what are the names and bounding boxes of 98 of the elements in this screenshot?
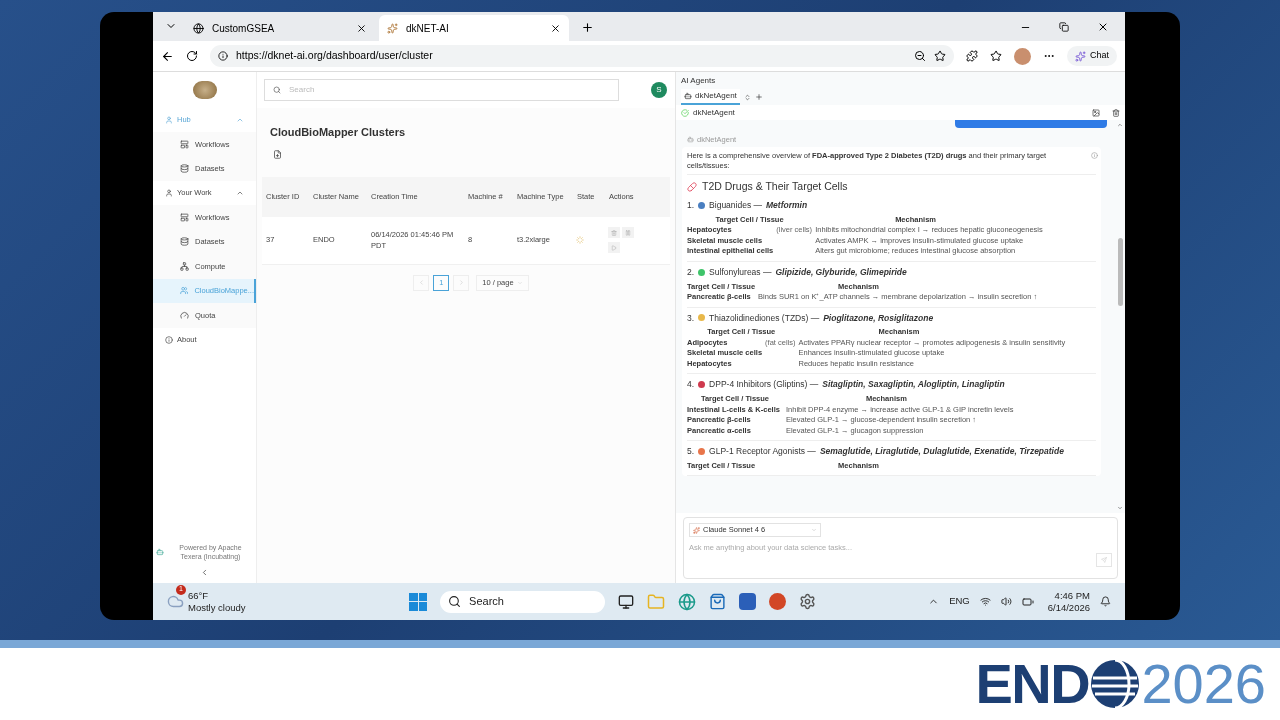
user-icon — [165, 116, 173, 124]
drug-names: Metformin — [766, 199, 808, 212]
page-title: CloudBioMapper Clusters — [269, 125, 407, 140]
globe-icon — [193, 22, 204, 34]
new-tab-icon[interactable] — [581, 21, 594, 34]
gauge-icon — [180, 310, 189, 320]
pause-icon — [625, 229, 631, 236]
start-icon[interactable] — [409, 592, 428, 611]
list-number: 1. — [687, 199, 695, 212]
close-icon[interactable] — [1097, 21, 1109, 33]
class-name: GLP-1 Receptor Agonists — — [709, 445, 816, 458]
add-icon[interactable] — [754, 93, 763, 101]
extensions-icon[interactable] — [966, 50, 978, 62]
list-number: 3. — [687, 311, 695, 325]
reload-icon[interactable] — [186, 50, 198, 62]
logo-year: 2026 — [1141, 656, 1266, 712]
list-number: 2. — [687, 265, 695, 279]
agent-status: dkNetAgent — [693, 106, 736, 119]
drug-names: Pioglitazone, Rosiglitazone — [823, 311, 934, 325]
delete-icon[interactable] — [1112, 108, 1120, 117]
logo-icon — [192, 81, 217, 99]
pill-icon — [687, 182, 697, 193]
address-bar[interactable]: https://dknet-ai.org/dashboard/user/cluster — [210, 45, 954, 67]
volume-icon[interactable] — [1000, 596, 1012, 607]
user-icon — [165, 189, 173, 197]
search-icon — [273, 86, 281, 94]
battery-icon[interactable] — [1021, 595, 1034, 608]
chevron-left-icon — [417, 279, 425, 286]
user-avatar[interactable]: S — [651, 82, 667, 98]
language-indicator[interactable]: ENG — [949, 594, 970, 609]
add-file-icon[interactable] — [273, 149, 282, 159]
panel-title: AI Agents — [680, 74, 717, 87]
database-icon — [180, 164, 189, 174]
bot-icon — [684, 92, 692, 100]
taskbar-search[interactable]: Search — [440, 590, 606, 613]
class-name: DPP-4 Inhibitors (Gliptins) — — [709, 378, 819, 391]
document-icon[interactable] — [739, 593, 757, 610]
response-title: T2D Drugs & Their Target Cells — [702, 179, 848, 195]
star-icon[interactable] — [934, 50, 946, 62]
store-icon[interactable] — [709, 593, 727, 610]
favorites-icon[interactable] — [990, 50, 1002, 62]
close-icon[interactable] — [550, 22, 561, 34]
network-icon — [180, 261, 189, 271]
notification-icon[interactable] — [1100, 596, 1111, 607]
chevron-right-icon — [457, 279, 465, 286]
database-icon — [180, 237, 189, 247]
agent-tab[interactable]: dkNetAgent — [681, 89, 740, 105]
template-icon — [180, 212, 189, 222]
play-icon — [611, 244, 617, 251]
profile-avatar[interactable] — [1014, 47, 1031, 65]
task-view-icon[interactable] — [618, 593, 635, 610]
restore-icon[interactable] — [1059, 22, 1069, 32]
chevron-up-icon — [236, 189, 244, 197]
zoom-out-icon[interactable] — [914, 50, 926, 62]
template-icon — [180, 139, 189, 149]
chevron-down-icon — [811, 527, 817, 533]
clock-time: 4:46 PM — [1054, 589, 1090, 602]
drug-names: Glipizide, Glyburide, Glimepiride — [775, 265, 907, 279]
chevron-up-icon — [236, 116, 244, 124]
site-info-icon — [218, 51, 228, 61]
info-icon — [165, 335, 173, 344]
settings-icon[interactable] — [799, 593, 817, 610]
scrollbar-thumb[interactable] — [1117, 238, 1123, 306]
close-icon[interactable] — [356, 22, 367, 34]
bot-icon — [687, 136, 694, 144]
list-number: 4. — [687, 378, 695, 391]
back-icon[interactable] — [161, 49, 174, 63]
sparkle-icon — [1075, 50, 1086, 62]
sparkle-icon — [693, 526, 700, 534]
collapse-icon[interactable] — [200, 567, 209, 577]
trash-icon — [611, 229, 617, 236]
drug-names: Sitagliptin, Saxagliptin, Alogliptin, Linagliptin — [822, 378, 1005, 391]
wifi-icon[interactable] — [979, 596, 991, 607]
loading-icon — [576, 236, 584, 244]
search-icon — [448, 595, 462, 608]
weather-icon — [167, 593, 184, 610]
weather-text: Mostly cloudy — [188, 601, 246, 614]
slides-icon[interactable] — [769, 593, 787, 610]
browser-tab[interactable]: CustomGSEA — [185, 15, 375, 41]
check-icon — [681, 108, 689, 117]
image-icon[interactable] — [1092, 108, 1100, 117]
chat-button[interactable]: Chat — [1067, 46, 1117, 66]
browser-icon[interactable] — [678, 592, 697, 611]
list-number: 5. — [687, 445, 695, 458]
drug-names: Semaglutide, Liraglutide, Dulaglutide, Exenatide, Tirzepatide — [819, 445, 1064, 458]
users-icon — [180, 286, 189, 296]
globe-icon — [1089, 658, 1142, 710]
site-icon — [387, 22, 398, 34]
logo-text: END — [975, 656, 1090, 712]
texera-icon — [156, 548, 164, 556]
class-name: Biguanides — — [709, 199, 762, 212]
browser-tab[interactable]: dkNET-AI — [379, 15, 569, 41]
temperature: 66°F — [188, 589, 210, 602]
class-name: Thiazolidinediones (TZDs) — — [709, 311, 820, 325]
send-icon — [1101, 557, 1107, 564]
class-name: Sulfonylureas — — [709, 265, 772, 279]
clock-date: 6/14/2026 — [1047, 601, 1090, 614]
url-text: https://dknet-ai.org/dashboard/user/cluster — [236, 48, 434, 64]
